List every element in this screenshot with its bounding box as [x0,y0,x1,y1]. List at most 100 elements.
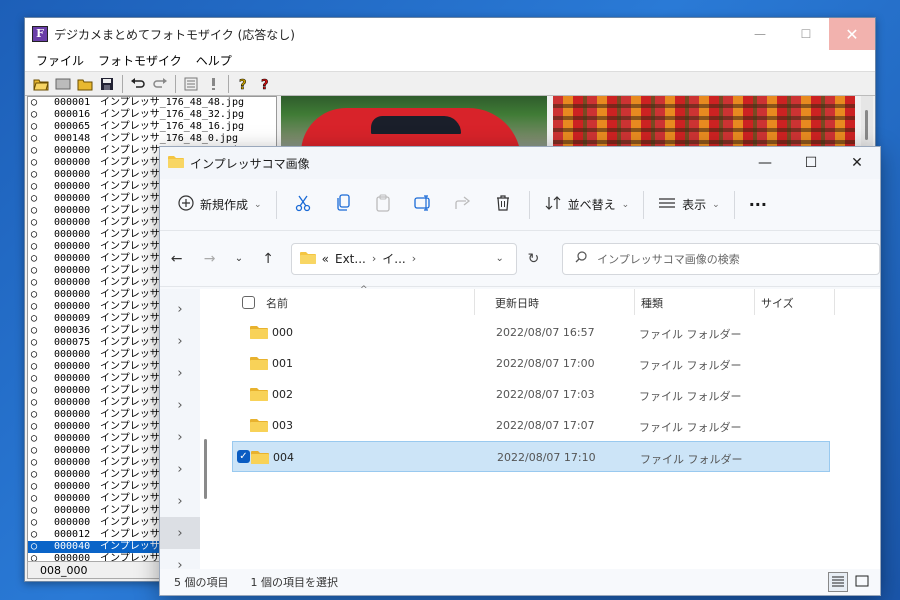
refresh-button[interactable]: ↻ [519,243,548,275]
list-item-number: 000000 [54,421,91,432]
list-item[interactable]: ◯ 000148 インプレッサ_176_48_0.jpg [28,133,276,145]
radio-icon: ◯ [30,337,38,348]
list-item-name: インプレッサ [100,409,160,420]
help-icon[interactable]: ? [234,74,254,94]
nav-expand-arrow[interactable]: › [160,421,200,453]
toolbar-separator [122,74,123,93]
list-item-number: 000001 [54,97,91,108]
list-item[interactable]: ◯ 000065 インプレッサ_176_48_16.jpg [28,121,276,133]
sort-button[interactable]: 並べ替え ⌄ [536,195,638,214]
list-item-name: インプレッサ [100,445,160,456]
delete-button[interactable] [483,189,523,221]
column-divider[interactable] [754,289,755,315]
breadcrumb-overflow[interactable]: « [322,252,329,266]
list-item-number: 000000 [54,181,91,192]
list-icon[interactable] [181,74,201,94]
chevron-down-icon: ⌄ [234,253,244,264]
list-item-name: インプレッサ_176_48_32.jpg [100,109,244,120]
file-row[interactable]: ✓ 004 2022/08/07 17:10 ファイル フォルダー [232,441,830,472]
radio-icon: ◯ [30,253,38,264]
details-view-button[interactable] [828,572,848,592]
close-button[interactable]: ✕ [829,18,875,50]
file-row[interactable]: 001 2022/08/07 17:00 ファイル フォルダー [232,348,830,379]
nav-expand-arrow[interactable]: › [160,293,200,325]
title-bar[interactable]: インプレッサコマ画像 — ☐ ✕ [160,147,880,179]
view-button[interactable]: 表示 ⌄ [650,196,728,213]
arrow-up-icon: ↑ [262,250,274,267]
maximize-button[interactable]: ☐ [783,18,829,50]
nav-expand-arrow[interactable]: › [160,485,200,517]
minimize-button[interactable]: — [742,147,788,179]
address-bar[interactable]: « Ext... › イ... › ⌄ [290,242,517,275]
exclamation-icon[interactable] [203,74,223,94]
context-help-icon[interactable]: ? [256,74,276,94]
breadcrumb-item[interactable]: イ... [382,250,405,267]
radio-icon: ◯ [30,445,38,456]
up-button[interactable]: ↑ [252,243,285,275]
more-options-button[interactable]: ··· [741,195,775,214]
share-button[interactable] [443,189,483,221]
folder-icon[interactable] [75,74,95,94]
column-modified[interactable]: 更新日時 [495,295,539,311]
paste-button[interactable] [363,189,403,221]
radio-icon: ◯ [30,361,38,372]
title-bar[interactable]: F デジカメまとめてフォトモザイク (応答なし) — ☐ ✕ [25,18,875,50]
list-item-name: インプレッサ [100,265,160,276]
nav-expand-arrow[interactable]: › [160,357,200,389]
cut-button[interactable] [283,189,323,221]
command-separator [528,190,530,219]
list-item-name: インプレッサ [100,457,160,468]
row-checkbox[interactable]: ✓ [237,450,250,463]
column-divider[interactable] [834,289,835,315]
nav-scrollbar[interactable] [204,439,207,499]
search-input[interactable]: インプレッサコマ画像の検索 [562,242,880,275]
tiles-view-button[interactable] [852,572,872,592]
chevron-down-icon[interactable]: ⌄ [495,253,503,264]
list-item[interactable]: ◯ 000016 インプレッサ_176_48_32.jpg [28,109,276,121]
chevron-right-icon[interactable]: › [412,252,416,265]
menu-photomosaic[interactable]: フォトモザイク [91,52,189,69]
column-divider[interactable] [634,289,635,315]
radio-icon: ◯ [30,265,38,276]
folder-icon [299,251,316,267]
forward-button[interactable]: → [193,243,226,275]
column-type[interactable]: 種類 [641,295,663,311]
list-item[interactable]: ◯ 000001 インプレッサ_176_48_48.jpg [28,97,276,109]
save-icon[interactable] [97,74,117,94]
nav-expand-arrow[interactable]: › [160,325,200,357]
copy-button[interactable] [323,189,363,221]
nav-expand-arrow[interactable]: › [160,517,200,549]
redo-icon[interactable] [150,74,170,94]
file-row[interactable]: 003 2022/08/07 17:07 ファイル フォルダー [232,410,830,441]
radio-icon: ◯ [30,529,38,540]
back-button[interactable]: ← [160,243,193,275]
menu-help[interactable]: ヘルプ [189,52,239,69]
app-icon: F [32,26,48,42]
recent-locations-button[interactable]: ⌄ [226,243,251,275]
breadcrumb-item[interactable]: Ext... [335,252,366,266]
nav-expand-arrow[interactable]: › [160,453,200,485]
new-button[interactable]: 新規作成 ⌄ [170,195,270,214]
minimize-button[interactable]: — [737,18,783,50]
close-button[interactable]: ✕ [834,147,880,179]
menu-file[interactable]: ファイル [29,52,91,69]
column-divider[interactable] [474,289,475,315]
maximize-button[interactable]: ☐ [788,147,834,179]
file-row[interactable]: 000 2022/08/07 16:57 ファイル フォルダー [232,317,830,348]
file-row[interactable]: 002 2022/08/07 17:03 ファイル フォルダー [232,379,830,410]
undo-icon[interactable] [128,74,148,94]
folder-icon [250,418,268,435]
radio-icon: ◯ [30,433,38,444]
list-item-name: インプレッサ [100,289,160,300]
image-icon[interactable] [53,74,73,94]
select-all-checkbox[interactable] [242,296,255,309]
column-size[interactable]: サイズ [761,295,794,311]
list-item-name: インプレッサ [100,385,160,396]
rename-button[interactable] [403,189,443,221]
column-name[interactable]: 名前 [266,295,288,311]
radio-icon: ◯ [30,385,38,396]
chevron-right-icon[interactable]: › [372,252,376,265]
toolbar-separator [228,74,229,93]
nav-expand-arrow[interactable]: › [160,389,200,421]
open-folder-icon[interactable] [31,74,51,94]
